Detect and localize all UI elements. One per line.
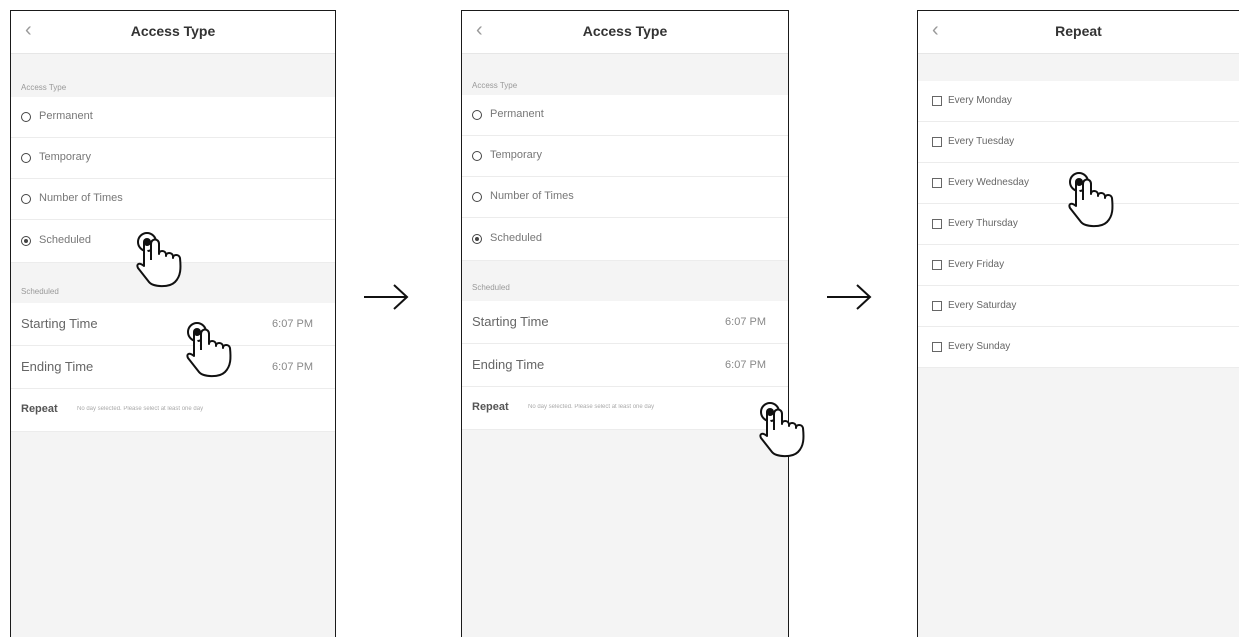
radio-selected-icon[interactable] bbox=[472, 234, 482, 244]
ending-time-label: Ending Time bbox=[21, 359, 94, 374]
access-type-section-label: Access Type bbox=[21, 83, 67, 92]
page-title: Access Type bbox=[130, 23, 216, 39]
option-label: Number of Times bbox=[490, 190, 574, 202]
option-label: Permanent bbox=[39, 110, 93, 122]
radio-icon[interactable] bbox=[21, 112, 31, 122]
phone-screen-access-type-2: ‹ Access Type Access Type Permanent Temp… bbox=[461, 10, 789, 637]
option-permanent[interactable]: Permanent bbox=[462, 95, 788, 136]
day-label: Every Monday bbox=[948, 95, 1012, 106]
option-number-of-times[interactable]: Number of Times bbox=[462, 177, 788, 218]
checkbox-icon[interactable] bbox=[932, 342, 942, 352]
day-row-sunday[interactable]: Every Sunday bbox=[918, 327, 1239, 368]
arrow-right-icon bbox=[364, 284, 409, 310]
day-label: Every Saturday bbox=[948, 300, 1017, 311]
phone-screen-access-type-1: ‹ Access Type Access Type Permanent Temp… bbox=[10, 10, 336, 637]
option-scheduled[interactable]: Scheduled bbox=[462, 218, 788, 261]
checkbox-icon[interactable] bbox=[932, 178, 942, 188]
nav-bar: ‹ Repeat bbox=[918, 11, 1239, 54]
ending-time-value: 6:07 PM bbox=[725, 359, 766, 371]
day-row-monday[interactable]: Every Monday bbox=[918, 81, 1239, 122]
ending-time-row[interactable]: Ending Time 6:07 PM bbox=[11, 346, 335, 389]
repeat-row[interactable]: Repeat No day selected. Please select at… bbox=[11, 389, 335, 432]
checkbox-icon[interactable] bbox=[932, 219, 942, 229]
radio-icon[interactable] bbox=[21, 153, 31, 163]
option-temporary[interactable]: Temporary bbox=[11, 138, 335, 179]
repeat-hint: No day selected. Please select at least … bbox=[77, 406, 204, 412]
ending-time-row[interactable]: Ending Time 6:07 PM bbox=[462, 344, 788, 387]
radio-icon[interactable] bbox=[472, 151, 482, 161]
starting-time-value: 6:07 PM bbox=[272, 318, 313, 330]
ending-time-label: Ending Time bbox=[472, 357, 545, 372]
checkbox-icon[interactable] bbox=[932, 301, 942, 311]
starting-time-label: Starting Time bbox=[21, 316, 98, 331]
checkbox-icon[interactable] bbox=[932, 260, 942, 270]
starting-time-row[interactable]: Starting Time 6:07 PM bbox=[11, 303, 335, 346]
repeat-label: Repeat bbox=[472, 401, 509, 413]
tap-hand-icon bbox=[186, 322, 232, 378]
option-label: Temporary bbox=[39, 151, 91, 163]
tap-hand-icon bbox=[759, 402, 805, 458]
phone-screen-repeat: ‹ Repeat Every Monday Every Tuesday Ever… bbox=[917, 10, 1239, 637]
day-row-tuesday[interactable]: Every Tuesday bbox=[918, 122, 1239, 163]
scheduled-section-label: Scheduled bbox=[21, 287, 59, 296]
day-row-saturday[interactable]: Every Saturday bbox=[918, 286, 1239, 327]
repeat-row[interactable]: Repeat No day selected. Please select at… bbox=[462, 387, 788, 430]
nav-bar: ‹ Access Type bbox=[11, 11, 335, 54]
radio-icon[interactable] bbox=[21, 194, 31, 204]
access-type-section-label: Access Type bbox=[472, 81, 518, 90]
starting-time-label: Starting Time bbox=[472, 314, 549, 329]
arrow-right-icon bbox=[827, 284, 872, 310]
scheduled-section-label: Scheduled bbox=[472, 283, 510, 292]
option-label: Number of Times bbox=[39, 192, 123, 204]
tap-hand-icon bbox=[136, 232, 182, 288]
starting-time-value: 6:07 PM bbox=[725, 316, 766, 328]
option-label: Permanent bbox=[490, 108, 544, 120]
option-temporary[interactable]: Temporary bbox=[462, 136, 788, 177]
nav-bar: ‹ Access Type bbox=[462, 11, 788, 54]
starting-time-row[interactable]: Starting Time 6:07 PM bbox=[462, 301, 788, 344]
tap-hand-icon bbox=[1068, 172, 1114, 228]
day-label: Every Friday bbox=[948, 259, 1005, 270]
day-label: Every Sunday bbox=[948, 341, 1011, 352]
option-number-of-times[interactable]: Number of Times bbox=[11, 179, 335, 220]
ending-time-value: 6:07 PM bbox=[272, 361, 313, 373]
option-label: Scheduled bbox=[490, 232, 542, 244]
radio-icon[interactable] bbox=[472, 110, 482, 120]
option-label: Scheduled bbox=[39, 234, 91, 246]
day-label: Every Wednesday bbox=[948, 177, 1029, 188]
repeat-label: Repeat bbox=[21, 403, 58, 415]
page-title: Access Type bbox=[582, 23, 668, 39]
day-row-friday[interactable]: Every Friday bbox=[918, 245, 1239, 286]
repeat-hint: No day selected. Please select at least … bbox=[528, 404, 655, 410]
radio-icon[interactable] bbox=[472, 192, 482, 202]
radio-selected-icon[interactable] bbox=[21, 236, 31, 246]
option-permanent[interactable]: Permanent bbox=[11, 97, 335, 138]
day-label: Every Thursday bbox=[948, 218, 1018, 229]
page-title: Repeat bbox=[1055, 23, 1102, 39]
checkbox-icon[interactable] bbox=[932, 96, 942, 106]
option-label: Temporary bbox=[490, 149, 542, 161]
checkbox-icon[interactable] bbox=[932, 137, 942, 147]
day-label: Every Tuesday bbox=[948, 136, 1015, 147]
